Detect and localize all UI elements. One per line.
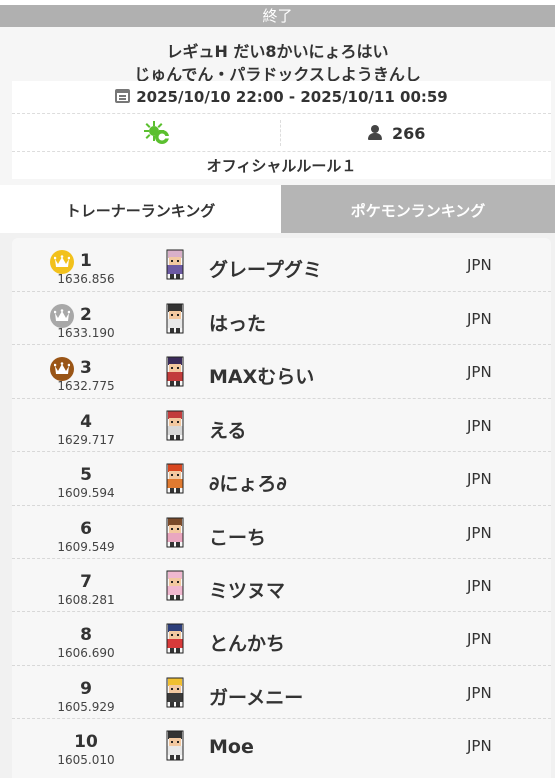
- rank-number: 9: [80, 679, 92, 699]
- rank-number: 7: [80, 572, 92, 592]
- country-code: JPN: [467, 470, 492, 488]
- ranking-row[interactable]: 1 1636.856 グレープグミ JPN: [12, 238, 551, 291]
- trainer-sprite-icon: [166, 570, 184, 601]
- rank-number: 6: [80, 519, 92, 539]
- country-code: JPN: [467, 737, 492, 755]
- trainer-sprite-icon: [166, 410, 184, 441]
- country-code: JPN: [467, 417, 492, 435]
- rank-number: 4: [80, 412, 92, 432]
- event-title-line1: レギュH だい8かいにょろはい: [166, 42, 389, 61]
- row-divider: [280, 120, 281, 146]
- trainer-name: ミツヌマ: [209, 580, 286, 602]
- ranking-row[interactable]: 5 1609.594 ∂にょろ∂ JPN: [12, 451, 551, 504]
- rating-value: 1605.929: [57, 700, 115, 714]
- country-code: JPN: [467, 684, 492, 702]
- country-code: JPN: [467, 310, 492, 328]
- rank-number: 2: [80, 305, 92, 325]
- ranking-row[interactable]: 2 1633.190 はった JPN: [12, 291, 551, 344]
- rating-value: 1609.594: [57, 486, 115, 500]
- trainer-sprite-icon: [166, 356, 184, 387]
- crown-silver-icon: [50, 304, 74, 328]
- player-count-text: 266: [392, 124, 426, 143]
- date-range-text: 2025/10/10 22:00 - 2025/10/11 00:59: [136, 88, 448, 106]
- trainer-name: ∂にょろ∂: [209, 473, 287, 495]
- person-icon: [368, 125, 382, 140]
- rank-number: 5: [80, 465, 92, 485]
- country-code: JPN: [467, 577, 492, 595]
- ranking-row[interactable]: 9 1605.929 ガーメニー JPN: [12, 665, 551, 718]
- rating-value: 1606.690: [57, 646, 115, 660]
- trainer-name: える: [209, 420, 247, 442]
- ranking-row[interactable]: 10 1605.010 Moe JPN: [12, 718, 551, 771]
- rating-value: 1605.010: [57, 753, 115, 767]
- trainer-name: MAXむらい: [209, 366, 315, 388]
- format-player-row: 266: [12, 113, 551, 151]
- rating-value: 1632.775: [57, 379, 115, 393]
- trainer-name: はった: [209, 313, 267, 335]
- trainer-name: こーち: [209, 527, 267, 549]
- rating-value: 1609.549: [57, 540, 115, 554]
- rank-number: 8: [80, 625, 92, 645]
- trainer-name: Moe: [209, 736, 254, 758]
- ranking-row[interactable]: 3 1632.775 MAXむらい JPN: [12, 344, 551, 397]
- trainer-sprite-icon: [166, 677, 184, 708]
- tab-trainer-ranking[interactable]: トレーナーランキング: [0, 185, 281, 233]
- trainer-name: グレープグミ: [209, 259, 322, 281]
- trainer-sprite-icon: [166, 517, 184, 548]
- rank-number: 3: [80, 358, 92, 378]
- trainer-ranking-list: 1 1636.856 グレープグミ JPN 2 1633.190 はった JPN 3 1632.7…: [12, 238, 551, 778]
- rating-value: 1636.856: [57, 272, 115, 286]
- trainer-name: ガーメニー: [209, 687, 304, 709]
- crown-gold-icon: [50, 250, 74, 274]
- ranking-tabs: トレーナーランキング ポケモンランキング: [0, 185, 555, 233]
- country-code: JPN: [467, 524, 492, 542]
- status-bar: 終了: [0, 0, 555, 27]
- rank-number: 1: [80, 251, 92, 271]
- ranking-row[interactable]: 7 1608.281 ミツヌマ JPN: [12, 558, 551, 611]
- format-gear-icon: [144, 121, 170, 144]
- trainer-sprite-icon: [166, 463, 184, 494]
- trainer-sprite-icon: [166, 249, 184, 280]
- rule-text: オフィシャルルール１: [206, 157, 357, 175]
- trainer-sprite-icon: [166, 303, 184, 334]
- country-code: JPN: [467, 630, 492, 648]
- calendar-icon: [115, 89, 131, 103]
- date-range: 2025/10/10 22:00 - 2025/10/11 00:59: [12, 81, 551, 113]
- rank-number: 10: [74, 732, 98, 752]
- event-info-card: レギュH だい8かいにょろはい じゅんでん・パラドックスしようきんし 2025/…: [0, 27, 555, 185]
- trainer-name: とんかち: [209, 633, 286, 655]
- status-label: 終了: [0, 5, 555, 27]
- trainer-sprite-icon: [166, 623, 184, 654]
- country-code: JPN: [467, 256, 492, 274]
- ranking-row[interactable]: 4 1629.717 える JPN: [12, 398, 551, 451]
- country-code: JPN: [467, 363, 492, 381]
- rating-value: 1608.281: [57, 593, 115, 607]
- player-count: 266: [368, 114, 425, 152]
- rule-row: オフィシャルルール１: [12, 151, 551, 179]
- tab-pokemon-ranking[interactable]: ポケモンランキング: [281, 185, 555, 233]
- date-row: 2025/10/10 22:00 - 2025/10/11 00:59: [12, 81, 551, 113]
- rating-value: 1633.190: [57, 326, 115, 340]
- ranking-row[interactable]: 8 1606.690 とんかち JPN: [12, 611, 551, 664]
- crown-bronze-icon: [50, 357, 74, 381]
- ranking-row[interactable]: 6 1609.549 こーち JPN: [12, 505, 551, 558]
- trainer-sprite-icon: [166, 730, 184, 761]
- rating-value: 1629.717: [57, 433, 115, 447]
